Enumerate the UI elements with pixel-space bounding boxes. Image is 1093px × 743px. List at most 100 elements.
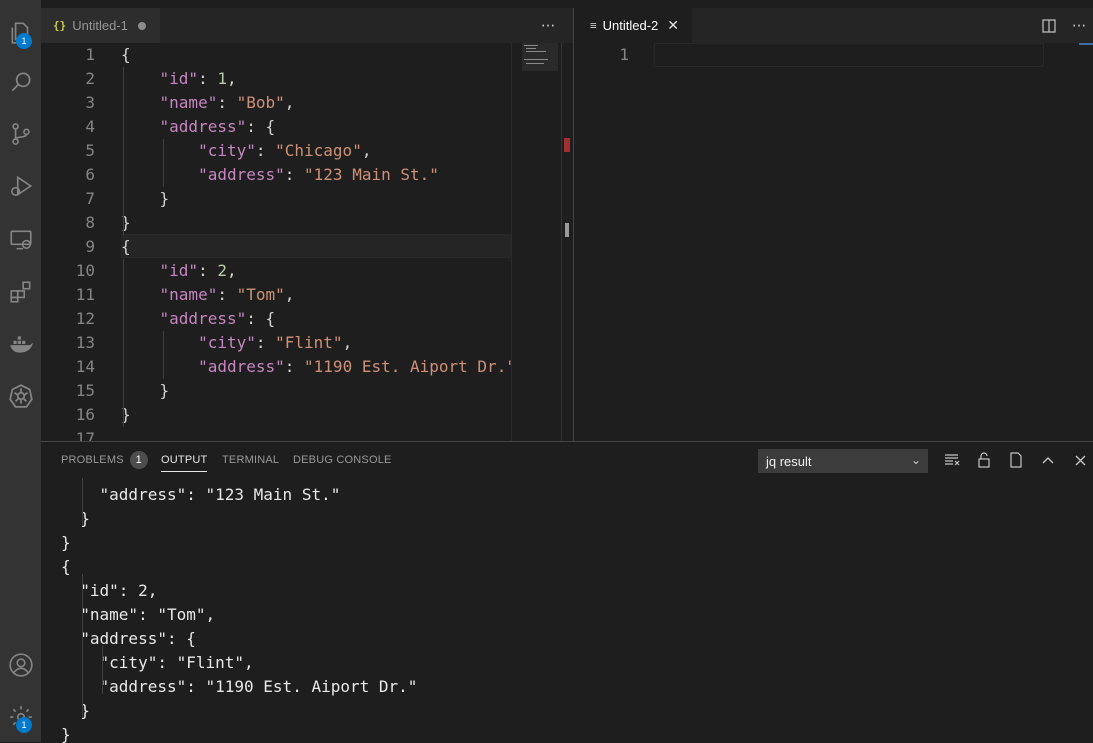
indent-guide <box>102 646 103 694</box>
chevron-down-icon: ⌄ <box>910 453 921 467</box>
extensions-icon[interactable] <box>0 272 41 312</box>
line-number: 4 <box>85 117 95 136</box>
remote-explorer-icon[interactable] <box>0 220 41 260</box>
panel-tabs: PROBLEMS 1 OUTPUT TERMINAL DEBUG CONSOLE… <box>41 442 1093 478</box>
code-line: "address": { <box>159 117 276 136</box>
output-line: "id": 2, <box>61 581 158 600</box>
minimap[interactable] <box>511 43 562 441</box>
indent-guide <box>82 478 83 526</box>
close-panel-icon[interactable] <box>1067 448 1093 472</box>
tab-debug-console[interactable]: DEBUG CONSOLE <box>293 442 392 478</box>
output-line: "address": "1190 Est. Aiport Dr." <box>61 677 418 696</box>
overview-ruler <box>1079 43 1093 45</box>
current-line-highlight <box>121 234 511 258</box>
code-line: "address": "1190 Est. Aiport Dr." <box>198 357 516 376</box>
lock-scroll-icon[interactable] <box>971 448 997 472</box>
more-actions-icon[interactable]: ··· <box>1065 8 1093 43</box>
files-badge: 1 <box>16 33 32 49</box>
clear-output-icon[interactable] <box>939 448 965 472</box>
line-number: 2 <box>85 69 95 88</box>
line-number: 15 <box>75 381 95 400</box>
line-number: 1 <box>619 45 629 64</box>
settings-gear-icon[interactable]: 1 <box>0 697 41 737</box>
code-line: "address": { <box>159 309 276 328</box>
title-strip <box>41 0 1093 8</box>
settings-badge: 1 <box>16 717 32 733</box>
source-control-icon[interactable] <box>0 114 41 154</box>
indent-guide <box>163 139 164 187</box>
output-view[interactable]: "address": "123 Main St." }} { "id": 2, "… <box>41 478 1093 743</box>
code-line: { <box>121 45 131 64</box>
docker-icon[interactable] <box>0 324 41 364</box>
line-number: 13 <box>75 333 95 352</box>
maximize-panel-icon[interactable] <box>1035 448 1061 472</box>
tab-terminal[interactable]: TERMINAL <box>222 442 279 478</box>
search-icon[interactable] <box>0 62 41 102</box>
line-number: 9 <box>85 237 95 256</box>
more-actions-icon[interactable]: ··· <box>534 8 562 43</box>
line-number: 12 <box>75 309 95 328</box>
indent-guide <box>82 574 83 718</box>
current-line-highlight <box>654 43 1044 67</box>
open-log-icon[interactable] <box>1003 448 1029 472</box>
indent-guide <box>123 259 124 427</box>
output-line: } <box>61 701 90 720</box>
tab-untitled-1[interactable]: {} Untitled-1 <box>41 8 160 43</box>
text-file-icon: ≡ <box>590 19 597 32</box>
output-line: "address": "123 Main St." <box>61 485 341 504</box>
indent-guide <box>123 67 124 235</box>
activity-bar: 1 1 <box>0 0 41 742</box>
tab-untitled-2[interactable]: ≡ Untitled-2 ✕ <box>575 8 692 43</box>
output-line: } <box>61 509 90 528</box>
editor-untitled-2[interactable]: 1 <box>575 43 1093 441</box>
line-number: 11 <box>75 285 95 304</box>
code-line: "address": "123 Main St." <box>198 165 439 184</box>
account-icon[interactable] <box>0 645 41 685</box>
code-line: { <box>121 237 131 256</box>
tab-output[interactable]: OUTPUT <box>161 442 208 478</box>
code-line: "city": "Flint", <box>198 333 353 352</box>
scroll-marker <box>564 138 570 152</box>
output-line: } <box>61 533 71 552</box>
tab-label: Untitled-2 <box>602 18 659 33</box>
editor-untitled-1[interactable]: 1 {2 "id": 1, 3 "name": "Bob", 4 "address":… <box>41 43 573 441</box>
editor-tabbar-right: ≡ Untitled-2 ✕ ··· <box>575 8 1093 43</box>
vertical-scrollbar[interactable] <box>561 43 573 441</box>
code-line: "id": 1, <box>159 69 237 88</box>
line-number: 17 <box>75 429 95 441</box>
problems-count-badge: 1 <box>129 451 148 469</box>
code-line: } <box>121 189 170 208</box>
indent-guide <box>163 331 164 379</box>
code-line: "id": 2, <box>159 261 237 280</box>
output-line: "city": "Flint", <box>61 653 254 672</box>
bottom-panel: PROBLEMS 1 OUTPUT TERMINAL DEBUG CONSOLE… <box>41 441 1093 743</box>
code-line: "name": "Tom", <box>159 285 295 304</box>
output-channel-select[interactable]: jq result ⌄ <box>758 449 928 473</box>
run-debug-icon[interactable] <box>0 166 41 206</box>
line-number: 16 <box>75 405 95 424</box>
line-number: 14 <box>75 357 95 376</box>
line-number: 8 <box>85 213 95 232</box>
json-file-icon: {} <box>53 19 67 32</box>
select-value: jq result <box>766 453 812 469</box>
close-icon[interactable]: ✕ <box>667 17 679 34</box>
line-number: 6 <box>85 165 95 184</box>
output-line: { <box>61 557 71 576</box>
output-line: "name": "Tom", <box>61 605 216 624</box>
tab-problems[interactable]: PROBLEMS 1 <box>61 442 148 478</box>
tab-label: Untitled-1 <box>72 18 128 33</box>
line-number: 7 <box>85 189 95 208</box>
editor-tabbar-left: {} Untitled-1 ··· <box>41 8 573 43</box>
line-number: 10 <box>75 261 95 280</box>
unsaved-dot-icon[interactable] <box>137 21 146 30</box>
code-line: } <box>121 381 170 400</box>
line-number: 1 <box>85 45 95 64</box>
line-number: 5 <box>85 141 95 160</box>
split-editor-icon[interactable] <box>1035 8 1063 43</box>
code-line: "city": "Chicago", <box>198 141 372 160</box>
kubernetes-icon[interactable] <box>0 376 41 416</box>
files-icon[interactable]: 1 <box>0 13 41 53</box>
line-number: 3 <box>85 93 95 112</box>
output-line: } <box>61 725 71 743</box>
scroll-thumb[interactable] <box>565 223 569 237</box>
